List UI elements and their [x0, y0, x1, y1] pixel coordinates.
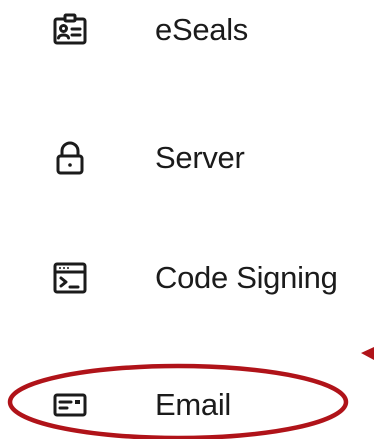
- lock-icon: [52, 140, 88, 176]
- menu-item-label: Code Signing: [155, 260, 338, 295]
- certificate-type-menu: eSeals Server Code Signing Email: [0, 0, 374, 439]
- email-card-icon: [52, 387, 88, 423]
- menu-item-server[interactable]: Server: [0, 128, 374, 188]
- id-badge-icon: [52, 12, 88, 48]
- menu-item-code-signing[interactable]: Code Signing: [0, 248, 374, 308]
- menu-item-email[interactable]: Email: [0, 375, 374, 435]
- menu-item-label: Email: [155, 387, 232, 422]
- menu-item-label: eSeals: [155, 12, 248, 47]
- menu-item-eseals[interactable]: eSeals: [0, 0, 374, 60]
- terminal-window-icon: [52, 260, 88, 296]
- menu-item-label: Server: [155, 140, 245, 175]
